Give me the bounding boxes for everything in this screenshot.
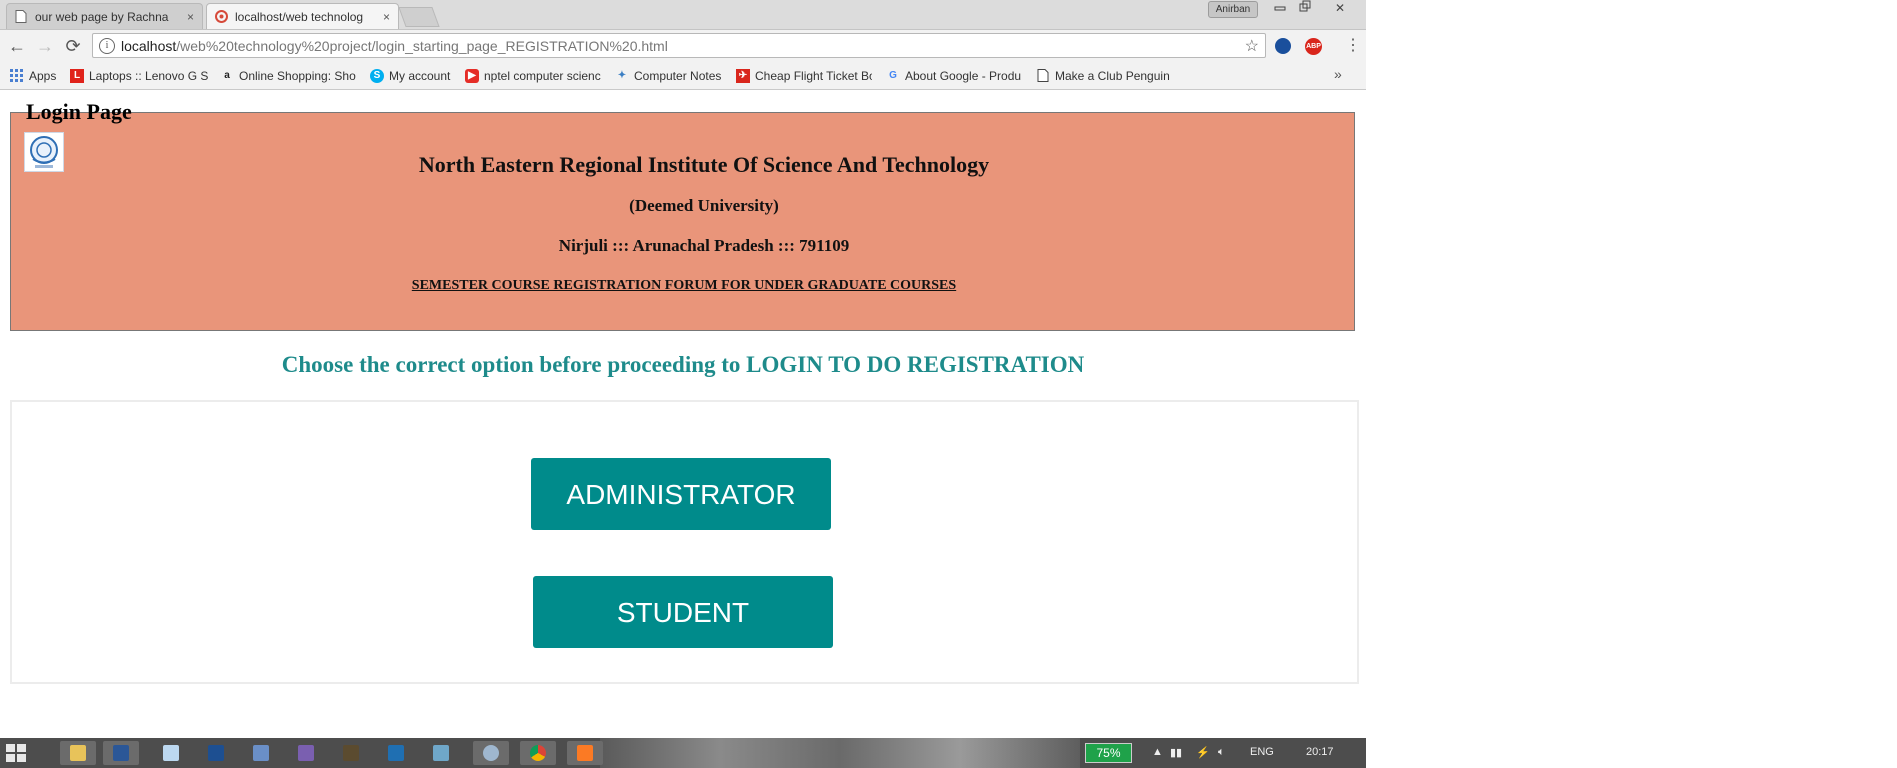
bookmark-star-icon[interactable]: ☆	[1245, 36, 1259, 56]
flight-icon: ✈	[736, 69, 750, 83]
bookmark-label: About Google - Produ	[905, 69, 1022, 83]
bookmark-label: My account	[389, 69, 451, 83]
forum-heading: SEMESTER COURSE REGISTRATION FORUM FOR U…	[411, 278, 957, 293]
taskbar-app-chart[interactable]	[423, 741, 459, 765]
volume-icon[interactable]: 🔈︎	[1218, 746, 1225, 759]
tab-close-icon[interactable]: ×	[187, 10, 194, 24]
back-button[interactable]: ←	[6, 35, 28, 57]
address-bar[interactable]: i localhost/web%20technology%20project/l…	[92, 33, 1266, 58]
skype-icon: S	[370, 69, 384, 83]
bookmark-label: Online Shopping: Sho	[239, 69, 356, 83]
taskbar-xampp[interactable]	[567, 741, 603, 765]
tab-title: our web page by Rachna	[35, 9, 169, 24]
bookmarks-overflow-icon[interactable]: »	[1334, 66, 1342, 82]
bookmark-amazon[interactable]: a Online Shopping: Sho	[220, 67, 356, 85]
battery-indicator[interactable]: 75%	[1085, 743, 1132, 763]
bookmark-label: nptel computer scienc	[484, 69, 601, 83]
minimize-button[interactable]	[1268, 0, 1292, 16]
browser-window: our web page by Rachna × localhost/web t…	[0, 0, 1366, 768]
bookmark-label: Laptops :: Lenovo G S	[89, 69, 208, 83]
bookmark-label: Computer Notes	[634, 69, 722, 83]
apps-grid-icon	[10, 69, 24, 83]
show-hidden-icons[interactable]: ▲	[1152, 746, 1163, 758]
bookmark-cheap-flight[interactable]: ✈ Cheap Flight Ticket Bo	[736, 67, 872, 85]
bookmark-nptel[interactable]: ▶ nptel computer scienc	[465, 67, 605, 85]
close-window-button[interactable]: ✕	[1328, 0, 1352, 16]
bookmark-label: Cheap Flight Ticket Bo	[755, 69, 872, 83]
institute-name: North Eastern Regional Institute Of Scie…	[418, 152, 990, 177]
taskbar-wallpaper	[600, 738, 1080, 768]
clock[interactable]: 20:17	[1306, 746, 1334, 758]
taskbar-explorer[interactable]	[60, 741, 96, 765]
choose-prefix: Choose the correct option before proceed…	[281, 352, 741, 377]
chrome-menu-icon[interactable]: ⋮	[1345, 35, 1361, 55]
lenovo-l-icon: L	[70, 69, 84, 83]
bookmark-apps[interactable]: Apps	[10, 67, 62, 85]
taskbar-chrome[interactable]	[520, 741, 556, 765]
profile-button[interactable]: Anirban	[1208, 1, 1258, 18]
restore-button[interactable]	[1293, 0, 1317, 16]
url-path: /web%20technology%20project/login_starti…	[176, 37, 668, 54]
bookmarks-bar: Apps L Laptops :: Lenovo G S a Online Sh…	[0, 63, 1366, 90]
institute-address: Nirjuli ::: Arunachal Pradesh ::: 791109	[558, 236, 850, 255]
language-indicator[interactable]: ENG	[1250, 746, 1274, 758]
url-host: localhost	[121, 37, 177, 54]
reload-button[interactable]: ⟳	[62, 35, 84, 57]
page-icon	[1036, 69, 1050, 83]
power-icon[interactable]: ⚡	[1196, 746, 1210, 759]
taskbar-app-film[interactable]	[333, 741, 369, 765]
bookmark-label: Make a Club Penguin	[1055, 69, 1170, 83]
choose-caps: LOGIN TO DO REGISTRATION	[746, 352, 1085, 377]
page-icon	[15, 10, 27, 23]
bookmark-about-google[interactable]: G About Google - Produ	[886, 67, 1022, 85]
info-icon[interactable]: i	[99, 37, 115, 54]
tab-localhost[interactable]: localhost/web technolog ×	[206, 3, 399, 29]
taskbar-app-blue[interactable]	[198, 741, 234, 765]
taskbar-app-globe[interactable]	[473, 741, 509, 765]
adblock-plus-icon[interactable]: ABP	[1305, 38, 1322, 55]
login-options-box: ADMINISTRATOR STUDENT	[10, 400, 1359, 684]
taskbar-word[interactable]	[103, 741, 139, 765]
tab-our-web-page[interactable]: our web page by Rachna ×	[6, 3, 203, 29]
browser-toolbar: ← → ⟳ i localhost/web%20technology%20pro…	[0, 30, 1366, 63]
computer-notes-icon: ✦	[617, 70, 627, 81]
taskbar-app-glasses[interactable]	[288, 741, 324, 765]
bookmark-label: Apps	[29, 69, 57, 83]
network-icon[interactable]: ▮▮	[1170, 746, 1182, 759]
page-content: Login Page North Eastern Regional Instit…	[0, 90, 1366, 738]
institute-subtitle: (Deemed University)	[629, 196, 779, 215]
tab-title: localhost/web technolog	[235, 9, 364, 24]
choose-option-text: Choose the correct option before proceed…	[0, 352, 1366, 378]
bookmark-my-account[interactable]: S My account	[370, 67, 460, 85]
taskbar-app-monitor[interactable]	[243, 741, 279, 765]
bookmark-computer-notes[interactable]: ✦ Computer Notes	[615, 67, 727, 85]
administrator-button[interactable]: ADMINISTRATOR	[531, 458, 831, 530]
page-title: Login Page	[26, 99, 132, 124]
chrome-favicon-icon	[215, 10, 228, 23]
institute-header	[10, 112, 1355, 331]
amazon-icon: a	[224, 70, 230, 81]
student-button[interactable]: STUDENT	[533, 576, 833, 648]
tab-strip: our web page by Rachna × localhost/web t…	[0, 0, 1366, 30]
youtube-icon: ▶	[465, 69, 479, 83]
windows-start-icon[interactable]	[6, 744, 26, 762]
taskbar-app-bracket[interactable]	[378, 741, 414, 765]
bookmark-club-penguin[interactable]: Make a Club Penguin	[1036, 67, 1172, 85]
bookmark-lenovo[interactable]: L Laptops :: Lenovo G S	[70, 67, 208, 85]
taskbar-notepad[interactable]	[153, 741, 189, 765]
extension-globe-icon[interactable]	[1275, 38, 1291, 54]
google-icon: G	[889, 70, 897, 81]
new-tab-button[interactable]	[398, 7, 440, 27]
windows-taskbar: 75% ▲ ▮▮ ⚡ 🔈︎ ENG 20:17	[0, 738, 1366, 768]
tab-close-icon[interactable]: ×	[383, 10, 390, 24]
forward-button[interactable]: →	[34, 35, 56, 57]
